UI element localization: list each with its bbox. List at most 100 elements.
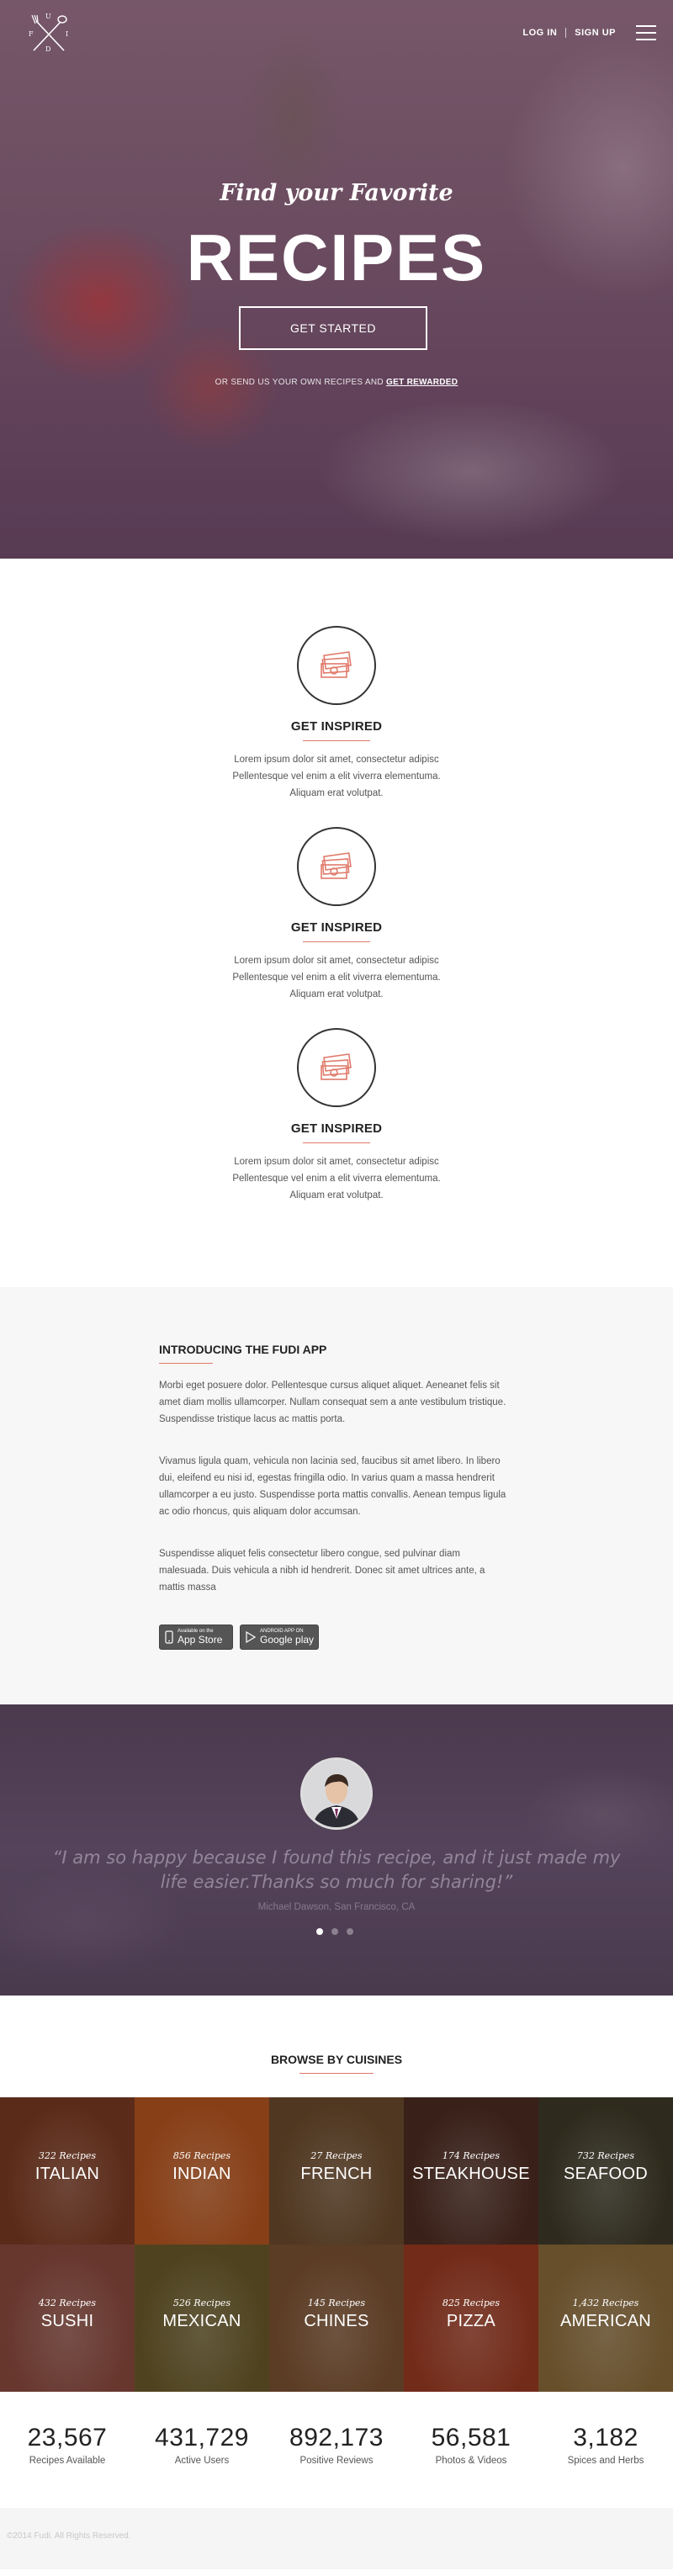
money-stack-icon	[321, 852, 352, 879]
feature-icon-circle	[297, 827, 376, 906]
cuisine-name: ITALIAN	[34, 2165, 100, 2183]
cuisine-tile-chines[interactable]: 145 Recipes CHINES	[269, 2245, 404, 2392]
cuisine-name: INDIAN	[172, 2165, 231, 2183]
feature-icon-circle	[297, 1028, 376, 1107]
app-store-big: App Store	[178, 1634, 223, 1646]
feature-title: GET INSPIRED	[290, 1121, 383, 1136]
stats-section: 23,567 Recipes Available 431,729 Active Us…	[0, 2392, 673, 2508]
google-play-big: Google play	[260, 1634, 315, 1646]
footer: ©2014 Fudi. All Rights Reserved.	[0, 2508, 673, 2569]
hero-subtitle: Find your Favorite	[220, 180, 453, 206]
cuisine-tile-american[interactable]: 1,432 Recipes AMERICAN	[538, 2245, 673, 2392]
cuisine-name: STEAKHOUSE	[412, 2165, 530, 2183]
login-link[interactable]: LOG IN	[522, 28, 557, 38]
carousel-dots	[316, 1928, 362, 1935]
cuisine-tile-steakhouse[interactable]: 174 Recipes STEAKHOUSE	[404, 2097, 538, 2245]
store-buttons: Available on the App Store ANDROID APP O…	[159, 1625, 673, 1650]
cuisine-count: 322 Recipes	[38, 2150, 97, 2161]
stat-label: Spices and Herbs	[567, 2456, 644, 2466]
cuisine-count: 526 Recipes	[172, 2298, 231, 2308]
cuisine-tile-pizza[interactable]: 825 Recipes PIZZA	[404, 2245, 538, 2392]
feature-text: Lorem ipsum dolor sit amet, consectetur …	[232, 1157, 441, 1201]
stat-value: 23,567	[27, 2424, 108, 2451]
stat-value: 56,581	[431, 2424, 511, 2451]
app-section: INTRODUCING THE FUDI APP Morbi eget posu…	[0, 1287, 673, 1704]
cuisine-grid: 322 Recipes ITALIAN 856 Recipes INDIAN 27 …	[0, 2097, 673, 2392]
app-title: INTRODUCING THE FUDI APP	[159, 1343, 327, 1356]
accent-divider	[159, 1363, 213, 1364]
stat-item: 56,581 Photos & Videos	[404, 2424, 538, 2508]
phone-icon	[165, 1630, 173, 1644]
cuisines-title: BROWSE BY CUISINES	[270, 2053, 403, 2066]
stat-item: 892,173 Positive Reviews	[269, 2424, 404, 2508]
nav-divider	[565, 28, 567, 38]
cuisine-name: SUSHI	[40, 2312, 94, 2330]
carousel-dot[interactable]	[347, 1928, 353, 1935]
cuisine-name: MEXICAN	[162, 2312, 241, 2330]
google-play-button[interactable]: ANDROID APP ON Google play	[240, 1625, 319, 1650]
app-paragraph: Suspendisse aliquet felis consectetur li…	[159, 1549, 485, 1593]
cuisine-tile-mexican[interactable]: 526 Recipes MEXICAN	[135, 2245, 269, 2392]
app-store-button[interactable]: Available on the App Store	[159, 1625, 233, 1650]
accent-divider	[303, 740, 370, 741]
logo-letter: I	[66, 30, 69, 38]
cuisine-tile-french[interactable]: 27 Recipes FRENCH	[269, 2097, 404, 2245]
cuisine-name: SEAFOOD	[564, 2165, 648, 2183]
logo-letter: D	[45, 45, 51, 53]
stat-item: 3,182 Spices and Herbs	[538, 2424, 673, 2508]
cuisine-count: 825 Recipes	[442, 2298, 501, 2308]
cuisine-count: 1,432 Recipes	[572, 2298, 639, 2308]
stat-label: Active Users	[174, 2456, 230, 2466]
feature-item: GET INSPIRED Lorem ipsum dolor sit amet,…	[0, 626, 673, 827]
get-rewarded-link[interactable]: GET REWARDED	[386, 378, 458, 387]
cuisine-name: AMERICAN	[560, 2312, 651, 2330]
cuisine-count: 432 Recipes	[38, 2298, 97, 2308]
cuisine-count: 27 Recipes	[310, 2150, 363, 2161]
stat-value: 892,173	[289, 2424, 384, 2451]
app-paragraph: Vivamus ligula quam, vehicula non lacini…	[159, 1456, 506, 1517]
get-started-button[interactable]: GET STARTED	[239, 306, 427, 350]
cuisine-tile-sushi[interactable]: 432 Recipes SUSHI	[0, 2245, 135, 2392]
carousel-dot[interactable]	[331, 1928, 338, 1935]
feature-text: Lorem ipsum dolor sit amet, consectetur …	[232, 956, 441, 999]
stat-value: 431,729	[155, 2424, 249, 2451]
logo[interactable]: F U D I	[27, 13, 71, 54]
feature-item: GET INSPIRED Lorem ipsum dolor sit amet,…	[0, 827, 673, 1028]
stat-label: Recipes Available	[29, 2456, 106, 2466]
hero-section: F U D I LOG IN SIGN UP Find your Favorit…	[0, 0, 673, 559]
cuisine-tile-indian[interactable]: 856 Recipes INDIAN	[135, 2097, 269, 2245]
cuisine-count: 145 Recipes	[307, 2298, 366, 2308]
money-stack-icon	[321, 651, 352, 678]
cuisine-name: FRENCH	[300, 2165, 373, 2183]
cuisine-tile-seafood[interactable]: 732 Recipes SEAFOOD	[538, 2097, 673, 2245]
play-icon	[246, 1631, 256, 1643]
cuisines-section: BROWSE BY CUISINES 322 Recipes ITALIAN 85…	[0, 1996, 673, 2392]
hero-note-text: OR SEND US YOUR OWN RECIPES AND	[215, 378, 384, 387]
logo-letter: F	[29, 30, 34, 38]
copyright-text: ©2014 Fudi. All Rights Reserved.	[7, 2531, 131, 2541]
carousel-dot[interactable]	[316, 1928, 323, 1935]
stat-label: Positive Reviews	[299, 2456, 374, 2466]
cuisine-name: PIZZA	[446, 2312, 496, 2330]
testimonial-section: “I am so happy because I found this reci…	[0, 1704, 673, 1996]
accent-divider	[299, 2073, 374, 2074]
accent-divider	[303, 941, 370, 942]
cuisine-count: 856 Recipes	[172, 2150, 231, 2161]
testimonial-quote: “I am so happy because I found this reci…	[52, 1847, 621, 1892]
top-nav: LOG IN SIGN UP	[522, 25, 656, 40]
money-stack-icon	[321, 1053, 352, 1080]
cuisine-count: 174 Recipes	[442, 2150, 501, 2161]
cuisine-count: 732 Recipes	[576, 2150, 635, 2161]
stat-item: 431,729 Active Users	[135, 2424, 269, 2508]
cuisine-tile-italian[interactable]: 322 Recipes ITALIAN	[0, 2097, 135, 2245]
stat-label: Photos & Videos	[435, 2456, 507, 2466]
cuisine-name: CHINES	[304, 2312, 369, 2330]
menu-icon[interactable]	[636, 25, 656, 40]
app-paragraph: Morbi eget posuere dolor. Pellentesque c…	[159, 1381, 506, 1424]
stat-item: 23,567 Recipes Available	[0, 2424, 135, 2508]
feature-title: GET INSPIRED	[290, 719, 383, 734]
hero-title: RECIPES	[186, 220, 487, 294]
user-portrait-icon	[303, 1760, 370, 1827]
accent-divider	[303, 1142, 370, 1143]
signup-link[interactable]: SIGN UP	[575, 28, 616, 38]
